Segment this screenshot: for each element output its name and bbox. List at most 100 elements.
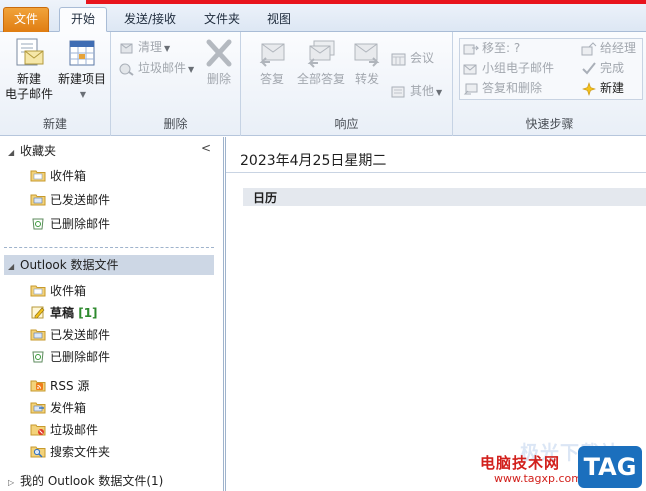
folder-sent-label: 已发送邮件	[50, 328, 111, 342]
reply-icon	[259, 43, 285, 67]
reply-label: 答复	[259, 72, 284, 86]
new-email-label-1: 新建	[16, 72, 41, 86]
folder-rss[interactable]: RSS 源	[30, 377, 89, 395]
sent-folder-icon	[30, 329, 46, 341]
sent-folder-icon	[30, 194, 46, 206]
folder-junk[interactable]: 垃圾邮件	[30, 421, 98, 439]
tab-file[interactable]: 文件	[3, 7, 49, 32]
rss-feed-icon	[30, 380, 46, 392]
favorite-sent[interactable]: 已发送邮件	[30, 191, 110, 209]
my-outlook-data-file-header[interactable]: ▷ 我的 Outlook 数据文件(1)	[8, 472, 163, 490]
my-outlook-data-file-label: 我的 Outlook 数据文件(1)	[20, 474, 164, 488]
collapse-pane-icon[interactable]: <	[201, 141, 211, 155]
nav-divider	[4, 247, 214, 248]
ribbon-group-new: 新建 电子邮件 新建项目 ▼ 新建	[0, 32, 111, 136]
forward-icon	[354, 43, 380, 67]
favorite-inbox[interactable]: 收件箱	[30, 167, 86, 185]
date-title: 2023年4月25日星期二	[240, 153, 387, 169]
quick-step-reply-delete[interactable]: 答复和删除	[463, 79, 542, 97]
folder-drafts[interactable]: 草稿 [1]	[30, 304, 98, 322]
to-manager-label: 给经理	[600, 41, 637, 55]
tab-folder[interactable]: 文件夹	[194, 8, 250, 32]
deleted-items-icon	[32, 218, 44, 230]
checkmark-icon	[582, 61, 596, 74]
folder-deleted-label: 已删除邮件	[50, 350, 111, 364]
group-label-delete: 删除	[163, 117, 188, 131]
junk-button[interactable]: 垃圾邮件 ▼	[119, 59, 194, 77]
favorites-header[interactable]: ◢ 收藏夹	[8, 142, 56, 160]
chevron-down-icon: ▼	[436, 88, 443, 97]
folder-inbox[interactable]: 收件箱	[30, 282, 86, 300]
meeting-icon	[391, 53, 406, 65]
junk-icon	[119, 63, 134, 76]
chevron-down-icon: ▼	[79, 90, 87, 99]
junk-label: 垃圾邮件	[138, 61, 187, 75]
ribbon-group-delete: 清理 ▼ 垃圾邮件 ▼ 删除 删除	[111, 32, 241, 136]
delete-button[interactable]: 删除	[201, 36, 237, 87]
date-header: 2023年4月25日星期二	[226, 143, 646, 173]
quick-step-to-manager[interactable]: 给经理	[581, 39, 636, 57]
favorite-sent-label: 已发送邮件	[50, 193, 111, 207]
drafts-icon	[31, 306, 45, 319]
quick-step-team-email[interactable]: 小组电子邮件	[463, 59, 554, 77]
watermark-site-name: 电脑技术网	[480, 454, 561, 472]
move-to-label: 移至: ?	[482, 41, 521, 55]
outlook-data-file-label: Outlook 数据文件	[20, 258, 119, 272]
create-new-label: 新建	[600, 81, 625, 95]
ribbon-group-respond: 答复 全部答复 转发 会议 其他 ▼ 响应	[241, 32, 453, 136]
ribbon-group-quick-steps: 移至: ? 小组电子邮件 答复和删除 给经理 完成 新建 快速步骤	[453, 32, 646, 136]
delete-x-icon	[206, 39, 232, 67]
reply-delete-label: 答复和删除	[482, 81, 543, 95]
folder-rss-label: RSS 源	[50, 379, 90, 393]
folder-search[interactable]: 搜索文件夹	[30, 443, 110, 461]
favorite-deleted[interactable]: 已删除邮件	[30, 215, 110, 233]
watermark-tag-logo: TAG	[578, 446, 642, 488]
quick-step-done[interactable]: 完成	[581, 59, 624, 77]
more-label: 其他	[410, 84, 435, 98]
tab-send-receive[interactable]: 发送/接收	[114, 8, 186, 32]
tab-view[interactable]: 视图	[256, 8, 302, 32]
reply-all-button[interactable]: 全部答复	[293, 36, 349, 87]
title-red-strip	[86, 0, 646, 4]
favorite-deleted-label: 已删除邮件	[50, 217, 111, 231]
team-email-label: 小组电子邮件	[482, 61, 555, 75]
quick-step-create-new[interactable]: 新建	[581, 79, 624, 97]
meeting-label: 会议	[410, 51, 435, 65]
delete-label: 删除	[206, 72, 231, 86]
new-email-button[interactable]: 新建 电子邮件	[2, 36, 56, 102]
quick-step-move-to[interactable]: 移至: ?	[463, 39, 520, 57]
reply-button[interactable]: 答复	[251, 36, 293, 87]
favorite-inbox-label: 收件箱	[50, 169, 87, 183]
folder-inbox-label: 收件箱	[50, 284, 87, 298]
meeting-button[interactable]: 会议	[391, 49, 434, 67]
inbox-folder-icon	[30, 170, 46, 182]
outlook-data-file-header[interactable]: ◢ Outlook 数据文件	[8, 256, 119, 274]
clean-up-button[interactable]: 清理 ▼	[119, 38, 170, 56]
folder-junk-label: 垃圾邮件	[50, 423, 99, 437]
folder-sent[interactable]: 已发送邮件	[30, 326, 110, 344]
group-label-respond: 响应	[334, 117, 359, 131]
reply-all-label: 全部答复	[296, 72, 345, 86]
search-folder-icon	[30, 446, 46, 458]
navigation-pane: ◢ 收藏夹 < 收件箱 已发送邮件 已删除邮件 ◢ Outlook 数据文件 收件箱…	[0, 137, 224, 491]
new-items-icon	[69, 40, 95, 66]
more-respond-button[interactable]: 其他 ▼	[391, 82, 442, 100]
favorites-header-label: 收藏夹	[20, 144, 57, 158]
to-manager-icon	[581, 41, 597, 55]
new-email-label-2: 电子邮件	[4, 87, 53, 101]
drafts-count-badge: [1]	[78, 306, 98, 320]
calendar-section-bar[interactable]: 日历	[243, 188, 646, 206]
watermark-url: www.tagxp.com	[494, 472, 582, 485]
tab-home[interactable]: 开始	[59, 7, 107, 32]
folder-outbox[interactable]: 发件箱	[30, 399, 86, 417]
reply-delete-icon	[463, 83, 478, 94]
forward-button[interactable]: 转发	[349, 36, 385, 87]
done-label: 完成	[600, 61, 625, 75]
folder-search-label: 搜索文件夹	[50, 445, 111, 459]
calendar-section-label: 日历	[253, 191, 278, 205]
chevron-down-icon: ▼	[164, 44, 171, 53]
inbox-folder-icon	[30, 285, 46, 297]
expanded-triangle-icon: ◢	[8, 148, 15, 157]
new-items-button[interactable]: 新建项目 ▼	[55, 36, 109, 102]
folder-deleted[interactable]: 已删除邮件	[30, 348, 110, 366]
